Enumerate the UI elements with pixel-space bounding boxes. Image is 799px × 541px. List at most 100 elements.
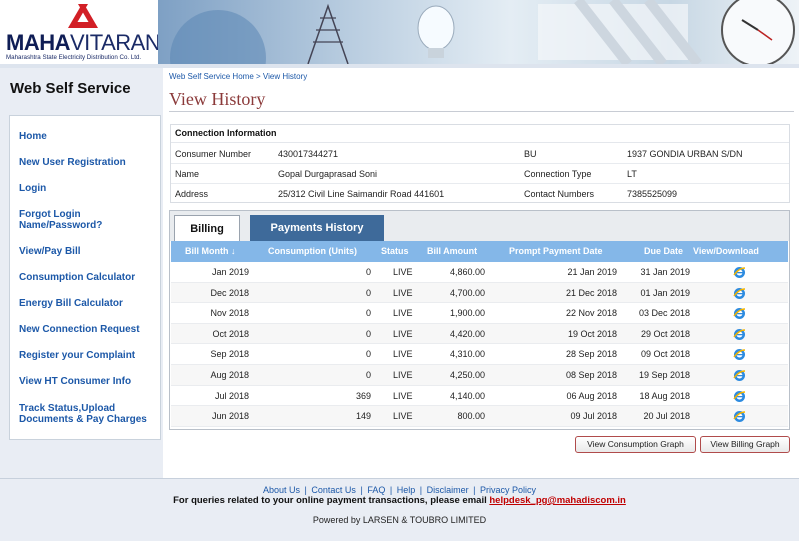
column-header-status: Status [381, 246, 409, 256]
cell-status: LIVE [393, 328, 413, 339]
footer-link-about-us[interactable]: About Us [263, 485, 300, 495]
sidebar-item-home[interactable]: Home [19, 131, 47, 142]
tab-billing[interactable]: Billing [174, 215, 240, 241]
footer-link-privacy-policy[interactable]: Privacy Policy [480, 485, 536, 495]
column-header-due-date: Due Date [644, 246, 684, 256]
sidebar-item-view-pay-bill[interactable]: View/Pay Bill [19, 246, 81, 257]
cell-bill-month: Aug 2018 [210, 370, 249, 380]
sidebar-item-login[interactable]: Login [19, 183, 46, 194]
cell-status: LIVE [393, 411, 413, 422]
sort-down-icon: ↓ [231, 246, 236, 256]
sidebar-item-new-user-registration[interactable]: New User Registration [19, 157, 126, 168]
footer-link-contact-us[interactable]: Contact Us [311, 485, 356, 495]
sidebar-item-energy-bill-calculator[interactable]: Energy Bill Calculator [19, 298, 123, 309]
cell-due-date: 18 Aug 2018 [639, 390, 690, 401]
connection-type-value: LT [627, 169, 637, 179]
cell-bill-amount: 4,250.00 [449, 370, 485, 380]
cell-prompt-payment-date: 19 Oct 2018 [567, 328, 617, 339]
breadcrumb-home-link[interactable]: Web Self Service Home [169, 72, 254, 81]
title-divider [169, 111, 794, 112]
table-row: Jul 2018 369 LIVE 4,140.00 06 Aug 2018 18 Aug… [171, 386, 788, 407]
cell-bill-amount: 800.00 [457, 411, 485, 422]
table-row: Jun 2018 149 LIVE 800.00 09 Jul 2018 20 Jul 2… [171, 406, 788, 427]
main-content: Web Self Service Home > View History Vie… [163, 68, 799, 478]
cell-due-date: 20 Jul 2018 [643, 411, 690, 422]
view-bill-download-icon[interactable] [733, 369, 746, 382]
cell-prompt-payment-date: 06 Aug 2018 [566, 390, 617, 401]
sidebar-item-consumption-calculator[interactable]: Consumption Calculator [19, 272, 135, 283]
cell-bill-amount: 1,900.00 [449, 308, 485, 319]
brand-name: MAHAVITARAN [6, 30, 161, 55]
connection-type-label: Connection Type [524, 169, 592, 179]
footer-links: About Us | Contact Us | FAQ | Help | Dis… [0, 485, 799, 495]
cell-bill-month: Jun 2018 [211, 411, 249, 422]
cell-bill-month: Dec 2018 [210, 287, 249, 298]
view-bill-download-icon[interactable] [733, 328, 746, 341]
cell-consumption-units: 149 [355, 411, 371, 422]
tab-bar: Billing Payments History [170, 211, 789, 241]
helpdesk-email-link[interactable]: helpdesk_pg@mahadiscom.in [489, 495, 626, 506]
view-billing-graph-button[interactable]: View Billing Graph [700, 436, 790, 453]
table-row: Jan 2019 0 LIVE 4,860.00 21 Jan 2019 31 Jan 2… [171, 262, 788, 283]
breadcrumb-current: View History [262, 72, 308, 81]
sidebar-item-new-connection-request[interactable]: New Connection Request [19, 324, 140, 335]
table-row: Aug 2018 0 LIVE 4,250.00 08 Sep 2018 19 Sep 2… [171, 365, 788, 386]
page: MAHAVITARAN Maharashtra State Electricit… [0, 0, 799, 541]
footer-separator: | [473, 485, 476, 495]
tab-payments-history[interactable]: Payments History [250, 215, 384, 241]
cell-due-date: 01 Jan 2019 [640, 287, 690, 298]
footer-payment-note: For queries related to your online payme… [0, 495, 799, 506]
cell-bill-amount: 4,420.00 [449, 328, 485, 339]
cell-due-date: 29 Oct 2018 [640, 328, 690, 339]
billing-panel: Billing Payments History Bill Month ↓ Co… [169, 210, 790, 430]
view-bill-download-icon[interactable] [733, 307, 746, 320]
footer-link-help[interactable]: Help [397, 485, 416, 495]
contact-numbers-label: Contact Numbers [524, 189, 595, 199]
cell-bill-month: Sep 2018 [210, 349, 249, 360]
site-title: Web Self Service [10, 80, 131, 97]
sidebar-item-view-ht-consumer-info[interactable]: View HT Consumer Info [19, 376, 131, 387]
connection-row-name: Name Gopal Durgaprasad Soni Connection T… [171, 164, 789, 184]
cell-due-date: 09 Oct 2018 [640, 349, 690, 360]
connection-row-consumer: Consumer Number 430017344271 BU 1937 GON… [171, 144, 789, 164]
column-header-bill-month[interactable]: Bill Month ↓ [185, 246, 236, 256]
view-bill-download-icon[interactable] [733, 410, 746, 423]
sidebar-item-register-complaint[interactable]: Register your Complaint [19, 350, 135, 361]
view-consumption-graph-button[interactable]: View Consumption Graph [575, 436, 696, 453]
connection-information-heading: Connection Information [171, 125, 789, 143]
brand-tagline: Maharashtra State Electricity Distributi… [6, 54, 142, 61]
cell-status: LIVE [393, 267, 413, 277]
footer-separator: | [389, 485, 393, 495]
table-row: Nov 2018 0 LIVE 1,900.00 22 Nov 2018 03 Dec 2… [171, 303, 788, 324]
view-bill-download-icon[interactable] [733, 266, 746, 279]
cell-bill-month: Oct 2018 [212, 328, 249, 339]
cell-due-date: 19 Sep 2018 [638, 370, 690, 380]
address-value: 25/312 Civil Line Saimandir Road 441601 [278, 189, 445, 199]
view-bill-download-icon[interactable] [733, 390, 746, 403]
footer-link-faq[interactable]: FAQ [367, 485, 385, 495]
cell-due-date: 03 Dec 2018 [638, 308, 690, 319]
cell-consumption-units: 0 [365, 370, 371, 380]
cell-consumption-units: 0 [365, 308, 371, 319]
name-value: Gopal Durgaprasad Soni [278, 169, 378, 179]
sidebar-item-forgot-login[interactable]: Forgot Login Name/Password? [19, 209, 119, 231]
sidebar-item-track-status[interactable]: Track Status,Upload Documents & Pay Char… [19, 403, 161, 425]
footer-separator: | [304, 485, 307, 495]
cell-status: LIVE [393, 349, 413, 360]
view-bill-download-icon[interactable] [733, 348, 746, 361]
table-header: Bill Month ↓ Consumption (Units) Status … [171, 241, 788, 262]
cell-prompt-payment-date: 08 Sep 2018 [565, 370, 617, 380]
cell-bill-month: Nov 2018 [210, 308, 249, 319]
footer-link-disclaimer[interactable]: Disclaimer [427, 485, 469, 495]
cell-bill-month: Jul 2018 [214, 390, 249, 401]
cell-consumption-units: 369 [355, 390, 371, 401]
cell-bill-month: Jan 2019 [211, 267, 249, 277]
consumer-number-value: 430017344271 [278, 149, 339, 159]
sidebar-nav: Home New User Registration Login Forgot … [9, 115, 161, 440]
cell-bill-amount: 4,140.00 [449, 390, 485, 401]
cell-bill-amount: 4,700.00 [449, 287, 485, 298]
mahavitaran-logo[interactable]: MAHAVITARAN Maharashtra State Electricit… [4, 0, 161, 64]
cell-prompt-payment-date: 28 Sep 2018 [565, 349, 617, 360]
cell-status: LIVE [393, 308, 413, 319]
view-bill-download-icon[interactable] [733, 287, 746, 300]
